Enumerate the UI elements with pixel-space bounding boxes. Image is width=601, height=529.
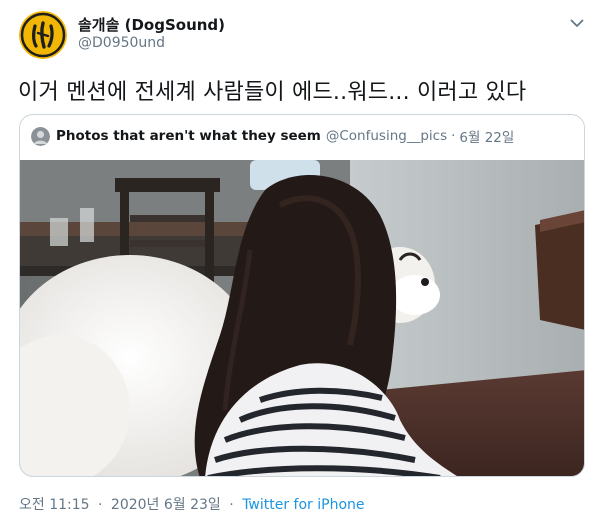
author-display-name[interactable]: 솔개솔 (DogSound) [78, 14, 225, 35]
footer-separator: · [229, 497, 234, 513]
chevron-down-icon [570, 19, 584, 27]
tweet-text: 이거 멘션에 전세계 사람들이 에드..워드... 이러고 있다 [18, 80, 527, 105]
tweet-footer: 오전 11:15 · 2020년 6월 23일 · Twitter for iP… [19, 494, 365, 514]
tweet-menu-button[interactable] [568, 14, 586, 32]
quoted-tweet[interactable]: Photos that aren't what they seem @Confu… [19, 114, 585, 477]
footer-separator: · [98, 497, 103, 513]
quoted-author-handle[interactable]: @Confusing__pics [326, 128, 447, 144]
tweet-date[interactable]: 2020년 6월 23일 [111, 497, 221, 513]
quoted-tweet-header: Photos that aren't what they seem @Confu… [31, 126, 514, 146]
tweet-time[interactable]: 오전 11:15 [19, 497, 90, 513]
author-handle[interactable]: @D0950und [78, 35, 165, 51]
quoted-photo[interactable] [20, 160, 584, 476]
quoted-photo-image [20, 160, 584, 476]
quoted-author-avatar[interactable] [31, 126, 50, 146]
quoted-date[interactable]: 6월 22일 [459, 126, 514, 146]
quoted-author-name[interactable]: Photos that aren't what they seem [56, 128, 321, 144]
quoted-separator: · [451, 128, 456, 144]
quoted-author-avatar-image [31, 126, 50, 146]
author-avatar-image [19, 11, 67, 59]
tweet-card: 솔개솔 (DogSound) @D0950und 이거 멘션에 전세계 사람들이… [0, 0, 601, 529]
tweet-source-link[interactable]: Twitter for iPhone [242, 497, 364, 513]
author-avatar[interactable] [19, 11, 67, 59]
